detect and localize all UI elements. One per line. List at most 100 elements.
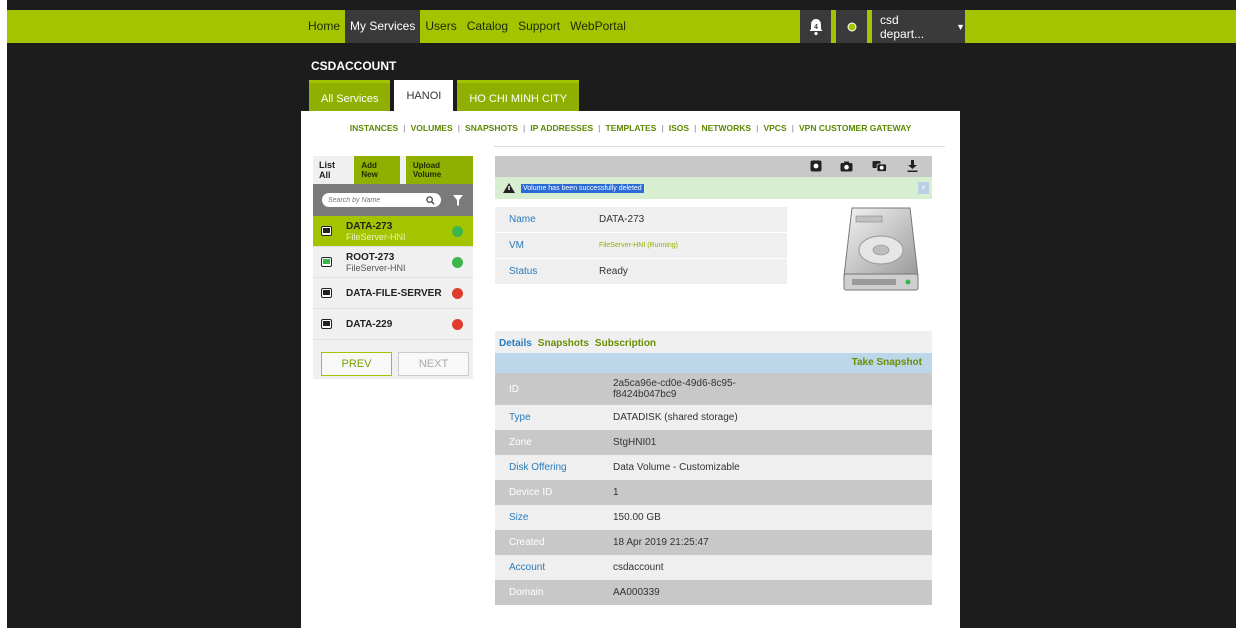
- subnav-vpn-customer-gateway[interactable]: VPN CUSTOMER GATEWAY: [794, 123, 916, 133]
- subnav-templates[interactable]: TEMPLATES: [601, 123, 662, 133]
- row-label: Created: [509, 537, 545, 548]
- row-value: 2a5ca96e-cd0e-49d6-8c95-f8424b047bc9: [613, 378, 736, 400]
- nav-my-services[interactable]: My Services: [345, 10, 421, 43]
- subnav-divider: [494, 146, 945, 147]
- summary-row-vm: VM FileServer-HNI (Running): [495, 233, 787, 258]
- prev-button[interactable]: PREV: [321, 352, 392, 376]
- nav-users[interactable]: Users: [420, 10, 461, 43]
- nav-webportal[interactable]: WebPortal: [565, 10, 631, 43]
- name-label: Name: [509, 214, 536, 225]
- list-all-label[interactable]: List All: [319, 160, 346, 180]
- user-menu[interactable]: csd depart... ▼: [872, 10, 965, 43]
- table-row: Size 150.00 GB: [495, 505, 932, 530]
- status-circle-icon: [847, 22, 856, 31]
- row-label: Zone: [509, 437, 532, 448]
- notifications-button[interactable]: 4: [800, 10, 831, 43]
- tab-subscription[interactable]: Subscription: [595, 338, 656, 349]
- nav-support[interactable]: Support: [513, 10, 565, 43]
- subnav-networks[interactable]: NETWORKS: [696, 123, 756, 133]
- disk-icon: [321, 288, 332, 298]
- row-value: csdaccount: [613, 562, 664, 573]
- subnav-ip-addresses[interactable]: IP ADDRESSES: [525, 123, 598, 133]
- close-icon[interactable]: ×: [918, 182, 929, 194]
- row-value: 1: [613, 487, 619, 498]
- volume-item-data-273[interactable]: DATA-273 FileServer-HNI: [313, 216, 473, 247]
- snapshot-bar: Take Snapshot: [495, 353, 932, 373]
- subnav-instances[interactable]: INSTANCES: [345, 123, 404, 133]
- volume-item-data-file-server[interactable]: DATA-FILE-SERVER: [313, 278, 473, 309]
- upload-volume-button[interactable]: Upload Volume: [405, 156, 473, 184]
- details-table: ID 2a5ca96e-cd0e-49d6-8c95-f8424b047bc9 T…: [495, 373, 932, 605]
- nav-home[interactable]: Home: [303, 10, 345, 43]
- recurring-snapshot-button[interactable]: [871, 158, 887, 174]
- alert-triangle-icon: [503, 183, 515, 193]
- row-label: Type: [509, 412, 531, 423]
- list-toolbar: List All Add New Upload Volume: [313, 156, 473, 184]
- left-edge: [0, 0, 7, 628]
- subnav-vpcs[interactable]: VPCS: [758, 123, 791, 133]
- summary-row-name: Name DATA-273: [495, 207, 787, 232]
- table-row: Disk Offering Data Volume - Customizable: [495, 455, 932, 480]
- detail-tabs: Details Snapshots Subscription: [495, 331, 932, 354]
- take-snapshot-link[interactable]: Take Snapshot: [852, 357, 922, 368]
- row-value: AA000339: [613, 587, 660, 598]
- row-value: DATADISK (shared storage): [613, 412, 738, 423]
- volume-item-data-229[interactable]: DATA-229: [313, 309, 473, 340]
- volume-item-root-273[interactable]: ROOT-273 FileServer-HNI: [313, 247, 473, 278]
- vm-label: VM: [509, 240, 524, 251]
- tab-hanoi[interactable]: HANOI: [394, 80, 454, 111]
- subnav-isos[interactable]: ISOS: [664, 123, 694, 133]
- table-row: Created 18 Apr 2019 21:25:47: [495, 530, 932, 555]
- status-value: Ready: [599, 266, 628, 277]
- row-value: 18 Apr 2019 21:25:47: [613, 537, 709, 548]
- vm-link[interactable]: FileServer-HNI (Running): [599, 242, 678, 249]
- snapshot-button[interactable]: [838, 158, 854, 174]
- account-title: CSDACCOUNT: [311, 59, 397, 73]
- disk-icon: [321, 226, 332, 236]
- main-nav: Home My Services Users Catalog Support W…: [303, 10, 631, 43]
- row-label: Size: [509, 512, 529, 523]
- table-row: Type DATADISK (shared storage): [495, 405, 932, 430]
- volume-summary: Name DATA-273 VM FileServer-HNI (Running…: [495, 207, 787, 285]
- subnav-snapshots[interactable]: SNAPSHOTS: [460, 123, 523, 133]
- nav-catalog[interactable]: Catalog: [462, 10, 513, 43]
- bell-icon: 4: [809, 18, 822, 35]
- notification-count: 4: [814, 24, 818, 31]
- tab-all-services[interactable]: All Services: [309, 80, 391, 111]
- status-green-icon: [452, 225, 463, 237]
- status-indicator[interactable]: [836, 10, 867, 43]
- tab-details[interactable]: Details: [499, 338, 532, 349]
- right-edge: [1236, 0, 1243, 628]
- table-row: Zone StgHNI01: [495, 430, 932, 455]
- volume-actions-toolbar: [495, 156, 932, 177]
- volume-name: DATA-273: [346, 220, 393, 232]
- search-input[interactable]: [328, 196, 418, 204]
- filter-icon[interactable]: [453, 194, 463, 206]
- volume-vm: FileServer-HNI: [346, 262, 406, 273]
- add-new-button[interactable]: Add New: [354, 156, 400, 184]
- success-alert: Volume has been successfully deleted ×: [495, 177, 932, 199]
- row-label: Account: [509, 562, 546, 573]
- hard-disk-icon: [843, 207, 919, 291]
- pagination: PREV NEXT: [321, 352, 469, 376]
- status-label: Status: [509, 266, 538, 277]
- volume-name: DATA-229: [346, 318, 393, 330]
- name-value: DATA-273: [599, 214, 645, 225]
- multi-camera-icon: [872, 161, 887, 172]
- row-value: Data Volume - Customizable: [613, 462, 740, 473]
- table-row: Domain AA000339: [495, 580, 932, 605]
- region-tabs: All Services HANOI HO CHI MINH CITY: [309, 80, 580, 111]
- row-value: StgHNI01: [613, 437, 657, 448]
- search-icon[interactable]: [426, 195, 435, 205]
- status-red-icon: [452, 318, 463, 330]
- root-disk-icon: [321, 257, 332, 267]
- next-button[interactable]: NEXT: [398, 352, 469, 376]
- volume-name: DATA-FILE-SERVER: [346, 287, 442, 299]
- volume-list-panel: List All Add New Upload Volume DATA-273 …: [313, 156, 473, 379]
- download-icon: [907, 160, 917, 172]
- tab-ho-chi-minh-city[interactable]: HO CHI MINH CITY: [457, 80, 580, 111]
- attach-button[interactable]: [808, 158, 824, 174]
- download-button[interactable]: [904, 158, 920, 174]
- subnav-volumes[interactable]: VOLUMES: [406, 123, 458, 133]
- tab-snapshots[interactable]: Snapshots: [538, 338, 589, 349]
